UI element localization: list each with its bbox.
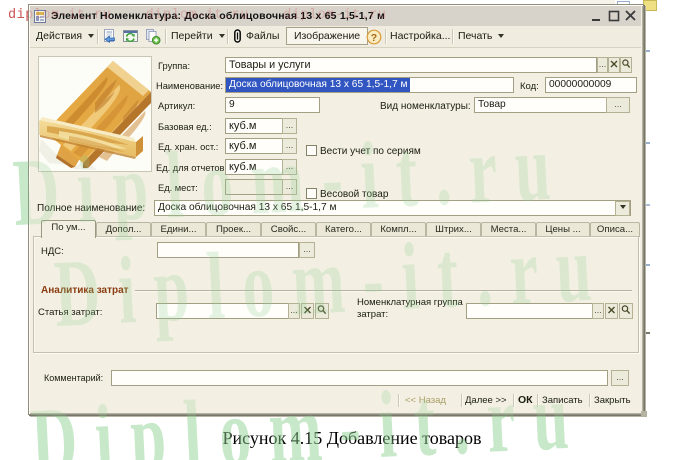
svg-text:?: ?	[371, 32, 377, 44]
